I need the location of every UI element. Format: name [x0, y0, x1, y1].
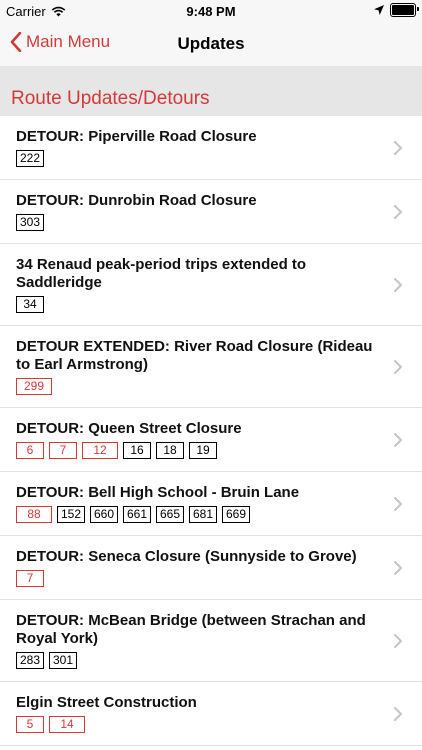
chevron-right-icon: [394, 633, 402, 648]
route-badge: 222: [16, 150, 44, 167]
route-badges: 88 152 660 661 665 681 669: [16, 506, 382, 523]
route-badge: 16: [123, 442, 151, 459]
update-title: DETOUR: McBean Bridge (between Strachan …: [16, 612, 366, 647]
route-badge: 661: [123, 506, 151, 523]
chevron-right-icon: [394, 432, 402, 447]
route-badge: 19: [189, 442, 217, 459]
route-badges: 6 7 12 16 18 19: [16, 442, 382, 459]
battery-icon: [390, 3, 419, 17]
route-badge: 5: [16, 716, 44, 733]
chevron-right-icon: [394, 204, 402, 219]
page-title: Updates: [177, 34, 245, 53]
route-badge: 665: [156, 506, 184, 523]
update-row[interactable]: DETOUR: Queen Street Closure 6 7 12 16 18 19: [0, 408, 422, 472]
route-badge: 88: [16, 506, 52, 523]
route-badge: 12: [82, 442, 118, 459]
route-badge: 681: [189, 506, 217, 523]
status-time: 9:48 PM: [186, 4, 236, 19]
route-badge: 6: [16, 442, 44, 459]
chevron-right-icon: [394, 560, 402, 575]
update-row[interactable]: DETOUR: Piperville Road Closure 222: [0, 116, 422, 180]
section-header: Route Updates/Detours: [0, 66, 422, 116]
update-title: DETOUR: Seneca Closure (Sunnyside to Gro…: [16, 548, 357, 565]
route-badges: 299: [16, 378, 382, 395]
status-bar: Carrier 9:48 PM: [0, 0, 422, 22]
update-row[interactable]: DETOUR: Dunrobin Road Closure 303: [0, 180, 422, 244]
update-row[interactable]: 34 Renaud peak-period trips extended to …: [0, 244, 422, 326]
updates-list: DETOUR: Piperville Road Closure 222 DETOUR…: [0, 116, 422, 746]
route-badge: 301: [49, 652, 77, 669]
route-badges: 283 301: [16, 652, 382, 669]
location-arrow-icon: [374, 5, 384, 15]
route-badge: 299: [16, 378, 52, 395]
route-badges: 7: [16, 570, 382, 587]
chevron-right-icon: [394, 496, 402, 511]
route-badge: 7: [16, 570, 44, 587]
navigation-bar: Main Menu Updates: [0, 22, 422, 66]
chevron-right-icon: [394, 140, 402, 155]
route-badge: 152: [57, 506, 85, 523]
update-row[interactable]: DETOUR EXTENDED: River Road Closure (Rid…: [0, 326, 422, 408]
route-badge: 14: [49, 716, 85, 733]
route-badge: 18: [156, 442, 184, 459]
chevron-right-icon: [394, 277, 402, 292]
section-title: Route Updates/Detours: [11, 88, 210, 109]
chevron-right-icon: [394, 359, 402, 374]
route-badge: 303: [16, 214, 44, 231]
update-row[interactable]: DETOUR: Seneca Closure (Sunnyside to Gro…: [0, 536, 422, 600]
update-title: DETOUR: Piperville Road Closure: [16, 128, 257, 145]
route-badges: 5 14: [16, 716, 382, 733]
status-right: [374, 3, 419, 17]
route-badge: 660: [90, 506, 118, 523]
update-row[interactable]: DETOUR: McBean Bridge (between Strachan …: [0, 600, 422, 682]
update-title: DETOUR: Bell High School - Bruin Lane: [16, 484, 300, 501]
chevron-right-icon: [394, 706, 402, 721]
update-row[interactable]: DETOUR: Bell High School - Bruin Lane 88 1…: [0, 472, 422, 536]
route-badge: 7: [49, 442, 77, 459]
route-badges: 34: [16, 296, 382, 313]
route-badge: 283: [16, 652, 44, 669]
route-badges: 222: [16, 150, 382, 167]
route-badge: 669: [222, 506, 250, 523]
update-title: 34 Renaud peak-period trips extended to …: [16, 256, 307, 291]
route-badges: 303: [16, 214, 382, 231]
route-badge: 34: [16, 296, 44, 313]
update-title: DETOUR EXTENDED: River Road Closure (Rid…: [16, 338, 373, 373]
update-row[interactable]: Elgin Street Construction 5 14: [0, 682, 422, 746]
update-title: Elgin Street Construction: [16, 694, 197, 711]
update-title: DETOUR: Queen Street Closure: [16, 420, 242, 437]
update-title: DETOUR: Dunrobin Road Closure: [16, 192, 257, 209]
